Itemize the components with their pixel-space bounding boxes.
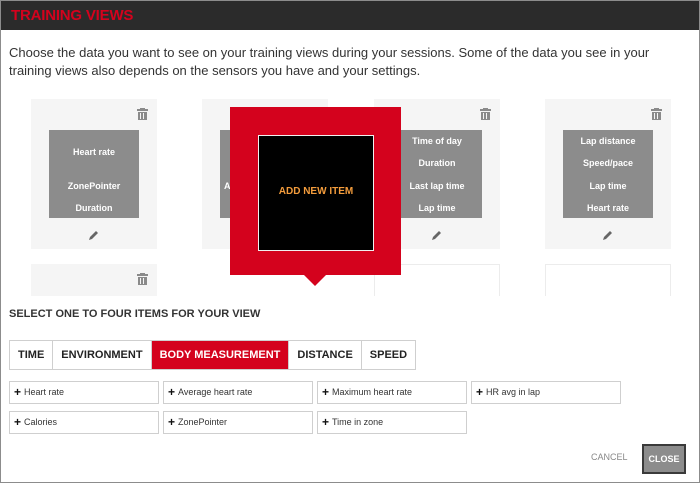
plus-icon: + — [14, 385, 22, 399]
view-item: ZonePointer — [67, 181, 121, 191]
view-card-5 — [31, 264, 157, 296]
tab-environment[interactable]: ENVIRONMENT — [53, 341, 152, 369]
item-hr-avg-in-lap[interactable]: + HR avg in lap — [471, 381, 621, 404]
view-item: Speed/pace — [582, 158, 634, 168]
training-views-dialog: TRAINING VIEWS Choose the data you want … — [0, 0, 700, 483]
view-item: Lap time — [589, 181, 627, 191]
close-button[interactable]: CLOSE — [642, 444, 686, 474]
item-calories[interactable]: + Calories — [9, 411, 159, 434]
view-item: Duration — [418, 158, 456, 168]
plus-icon: + — [322, 415, 330, 429]
view-tile[interactable]: Time of day Duration Last lap time Lap t… — [392, 130, 482, 218]
item-average-heart-rate[interactable]: + Average heart rate — [163, 381, 313, 404]
item-label: Maximum heart rate — [332, 387, 413, 397]
view-card-4: Lap distance Speed/pace Lap time Heart r… — [545, 99, 671, 249]
view-item: Lap time — [418, 203, 456, 213]
item-label: Time in zone — [332, 417, 384, 427]
title-bar: TRAINING VIEWS — [1, 1, 699, 30]
item-time-in-zone[interactable]: + Time in zone — [317, 411, 467, 434]
view-item: Time of day — [412, 136, 462, 146]
add-item-popup: ADD NEW ITEM — [230, 107, 401, 286]
view-item: Lap distance — [580, 136, 636, 146]
item-label: Heart rate — [24, 387, 65, 397]
item-zonepointer[interactable]: + ZonePointer — [163, 411, 313, 434]
view-tile[interactable]: Heart rate ZonePointer Duration — [49, 130, 139, 218]
view-item: Last lap time — [409, 181, 465, 191]
plus-icon: + — [168, 385, 176, 399]
plus-icon: + — [168, 415, 176, 429]
add-new-item-label: ADD NEW ITEM — [278, 186, 354, 197]
trash-icon[interactable] — [137, 108, 148, 120]
view-card-1: Heart rate ZonePointer Duration — [31, 99, 157, 249]
add-new-item-button[interactable]: ADD NEW ITEM — [258, 135, 374, 251]
item-maximum-heart-rate[interactable]: + Maximum heart rate — [317, 381, 467, 404]
item-label: ZonePointer — [178, 417, 228, 427]
plus-icon: + — [476, 385, 484, 399]
category-tabs: TIME ENVIRONMENT BODY MEASUREMENT DISTAN… — [9, 340, 417, 370]
selector-heading: SELECT ONE TO FOUR ITEMS FOR YOUR VIEW — [9, 308, 261, 320]
view-item: Duration — [75, 203, 113, 213]
view-item: Heart rate — [586, 203, 630, 213]
item-label: HR avg in lap — [486, 387, 541, 397]
popup-pointer — [304, 275, 326, 286]
pencil-icon[interactable] — [88, 229, 100, 241]
cancel-button[interactable]: CANCEL — [591, 452, 628, 462]
tab-distance[interactable]: DISTANCE — [289, 341, 362, 369]
trash-icon[interactable] — [137, 273, 148, 285]
plus-icon: + — [322, 385, 330, 399]
intro-text: Choose the data you want to see on your … — [9, 45, 650, 78]
trash-icon[interactable] — [480, 108, 491, 120]
item-label: Average heart rate — [178, 387, 253, 397]
pencil-icon[interactable] — [602, 229, 614, 241]
view-item: Heart rate — [72, 147, 116, 157]
item-label: Calories — [24, 417, 58, 427]
dialog-title: TRAINING VIEWS — [11, 7, 134, 24]
tab-body-measurement[interactable]: BODY MEASUREMENT — [151, 341, 290, 369]
tab-speed[interactable]: SPEED — [362, 341, 415, 369]
view-tile[interactable]: Lap distance Speed/pace Lap time Heart r… — [563, 130, 653, 218]
item-heart-rate[interactable]: + Heart rate — [9, 381, 159, 404]
view-card-7 — [545, 264, 671, 296]
trash-icon[interactable] — [651, 108, 662, 120]
tab-time[interactable]: TIME — [10, 341, 54, 369]
pencil-icon[interactable] — [431, 229, 443, 241]
plus-icon: + — [14, 415, 22, 429]
